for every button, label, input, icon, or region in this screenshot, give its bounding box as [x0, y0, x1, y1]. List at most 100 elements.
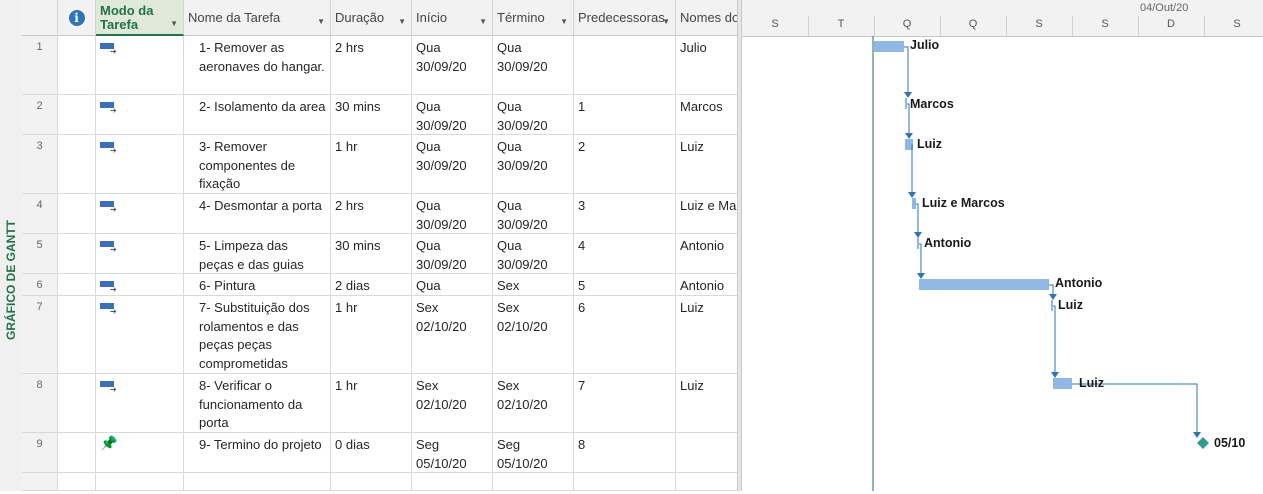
- empty-cell[interactable]: [58, 473, 96, 490]
- task-mode-cell[interactable]: [96, 194, 184, 233]
- empty-cell[interactable]: [574, 473, 676, 490]
- finish-cell[interactable]: Qua 30/09/20: [493, 135, 574, 193]
- empty-cell[interactable]: [676, 473, 737, 490]
- table-row[interactable]: 1 1- Remover as aeronaves do hangar.2 hrs…: [22, 36, 737, 95]
- finish-cell[interactable]: Qua 30/09/20: [493, 36, 574, 94]
- task-mode-cell[interactable]: [96, 36, 184, 94]
- task-mode-cell[interactable]: [96, 296, 184, 373]
- task-name-cell[interactable]: 5- Limpeza das peças e das guias: [184, 234, 331, 273]
- empty-cell[interactable]: [96, 473, 184, 490]
- row-number[interactable]: 8: [22, 374, 58, 432]
- row-number[interactable]: 5: [22, 234, 58, 273]
- predecessors-cell[interactable]: 3: [574, 194, 676, 233]
- table-row[interactable]: 5 5- Limpeza das peças e das guias30 mins…: [22, 234, 737, 274]
- row-number[interactable]: 4: [22, 194, 58, 233]
- predecessors-cell[interactable]: 4: [574, 234, 676, 273]
- indicator-cell[interactable]: [58, 433, 96, 472]
- table-row[interactable]: 44- Desmontar a porta2 hrsQua 30/09/20Qu…: [22, 194, 737, 234]
- resource-names-cell[interactable]: Luiz: [676, 296, 737, 373]
- task-name-cell[interactable]: 2- Isolamento da area: [184, 95, 331, 134]
- finish-cell[interactable]: Sex 02/10/20: [493, 296, 574, 373]
- indicator-cell[interactable]: [58, 194, 96, 233]
- milestone-diamond[interactable]: [1197, 437, 1209, 449]
- duration-cell[interactable]: 1 hr: [331, 135, 412, 193]
- finish-cell[interactable]: Qua 30/09/20: [493, 194, 574, 233]
- task-mode-cell[interactable]: 📌: [96, 433, 184, 472]
- duration-cell[interactable]: 2 hrs: [331, 194, 412, 233]
- task-bar[interactable]: [905, 98, 907, 109]
- task-mode-cell[interactable]: [96, 95, 184, 134]
- task-name-cell[interactable]: 1- Remover as aeronaves do hangar.: [184, 36, 331, 94]
- duration-cell[interactable]: 2 dias: [331, 274, 412, 295]
- empty-cell[interactable]: [184, 473, 331, 490]
- duration-cell[interactable]: 0 dias: [331, 433, 412, 472]
- table-row[interactable]: [22, 473, 737, 491]
- task-mode-cell[interactable]: [96, 274, 184, 295]
- duration-cell[interactable]: 30 mins: [331, 234, 412, 273]
- chevron-down-icon[interactable]: ▼: [662, 17, 670, 26]
- task-bar[interactable]: [874, 41, 904, 52]
- row-number[interactable]: 9: [22, 433, 58, 472]
- table-row[interactable]: 7 7- Substituição dos rolamentos e das pe…: [22, 296, 737, 374]
- row-number[interactable]: 6: [22, 274, 58, 295]
- start-cell[interactable]: Sex 02/10/20: [412, 296, 493, 373]
- header-info[interactable]: i: [58, 0, 96, 36]
- task-name-cell[interactable]: 3- Remover componentes de fixação: [184, 135, 331, 193]
- finish-cell[interactable]: Qua 30/09/20: [493, 95, 574, 134]
- indicator-cell[interactable]: [58, 374, 96, 432]
- predecessors-cell[interactable]: 5: [574, 274, 676, 295]
- task-mode-cell[interactable]: [96, 234, 184, 273]
- predecessors-cell[interactable]: 1: [574, 95, 676, 134]
- predecessors-cell[interactable]: 2: [574, 135, 676, 193]
- header-finish[interactable]: Término ▼: [493, 0, 574, 36]
- finish-cell[interactable]: Sex 02/10/20: [493, 274, 574, 295]
- start-cell[interactable]: Qua 30/09/20: [412, 95, 493, 134]
- task-bar[interactable]: [917, 238, 919, 249]
- task-bar[interactable]: [1051, 300, 1053, 311]
- table-row[interactable]: 6 6- Pintura2 diasQua 30/09/20Sex 02/10/2…: [22, 274, 737, 296]
- task-name-cell[interactable]: 6- Pintura: [184, 274, 331, 295]
- predecessors-cell[interactable]: [574, 36, 676, 94]
- start-cell[interactable]: Qua 30/09/20: [412, 234, 493, 273]
- resource-names-cell[interactable]: [676, 433, 737, 472]
- task-name-cell[interactable]: 9- Termino do projeto: [184, 433, 331, 472]
- predecessors-cell[interactable]: 6: [574, 296, 676, 373]
- start-cell[interactable]: Qua 30/09/20: [412, 36, 493, 94]
- resource-names-cell[interactable]: Julio: [676, 36, 737, 94]
- task-name-cell[interactable]: 7- Substituição dos rolamentos e das peç…: [184, 296, 331, 373]
- chevron-down-icon[interactable]: ▼: [560, 17, 568, 26]
- indicator-cell[interactable]: [58, 95, 96, 134]
- indicator-cell[interactable]: [58, 36, 96, 94]
- empty-cell[interactable]: [412, 473, 493, 490]
- resource-names-cell[interactable]: Luiz e Marcos: [676, 194, 737, 233]
- resource-names-cell[interactable]: Marcos: [676, 95, 737, 134]
- header-task-mode[interactable]: Modo da Tarefa ▼: [96, 0, 184, 36]
- task-name-cell[interactable]: 4- Desmontar a porta: [184, 194, 331, 233]
- start-cell[interactable]: Sex 02/10/20: [412, 374, 493, 432]
- row-number[interactable]: 7: [22, 296, 58, 373]
- start-cell[interactable]: Qua 30/09/20: [412, 194, 493, 233]
- row-number[interactable]: 2: [22, 95, 58, 134]
- task-bar[interactable]: [912, 198, 916, 209]
- task-bar[interactable]: [919, 279, 1049, 290]
- table-row[interactable]: 3 3- Remover componentes de fixação1 hr Qu…: [22, 135, 737, 194]
- finish-cell[interactable]: Sex 02/10/20: [493, 374, 574, 432]
- duration-cell[interactable]: 30 mins: [331, 95, 412, 134]
- row-number[interactable]: 1: [22, 36, 58, 94]
- task-name-cell[interactable]: 8- Verificar o funcionamento da porta: [184, 374, 331, 432]
- header-predecessors[interactable]: Predecessoras ▼: [574, 0, 676, 36]
- chevron-down-icon[interactable]: ▼: [398, 17, 406, 26]
- resource-names-cell[interactable]: Luiz: [676, 374, 737, 432]
- table-row[interactable]: 9 📌 9- Termino do projeto 0 dias Seg 05/10/2…: [22, 433, 737, 473]
- resource-names-cell[interactable]: Antonio: [676, 234, 737, 273]
- row-number[interactable]: 3: [22, 135, 58, 193]
- resource-names-cell[interactable]: Antonio: [676, 274, 737, 295]
- start-cell[interactable]: Qua 30/09/20: [412, 274, 493, 295]
- empty-cell[interactable]: [331, 473, 412, 490]
- header-start[interactable]: Início ▼: [412, 0, 493, 36]
- empty-cell[interactable]: [493, 473, 574, 490]
- task-mode-cell[interactable]: [96, 135, 184, 193]
- duration-cell[interactable]: 1 hr: [331, 374, 412, 432]
- predecessors-cell[interactable]: 8: [574, 433, 676, 472]
- chevron-down-icon[interactable]: ▼: [317, 17, 325, 26]
